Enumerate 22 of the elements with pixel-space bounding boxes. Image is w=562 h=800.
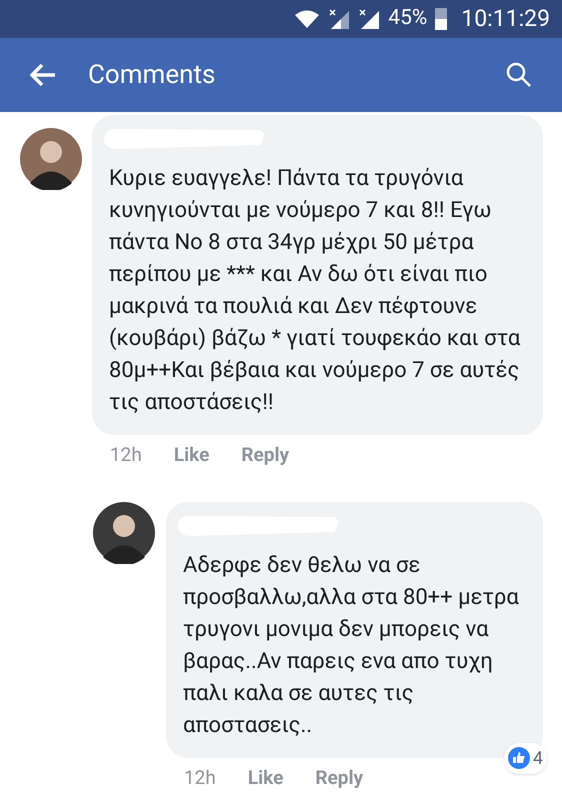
reaction-count: 4 xyxy=(532,746,543,770)
page-title: Comments xyxy=(88,58,216,92)
wifi-icon xyxy=(294,9,320,29)
thumbs-up-icon xyxy=(508,747,530,769)
like-link[interactable]: Like xyxy=(174,441,210,470)
signal-icon xyxy=(328,8,350,30)
comment-time: 12h xyxy=(184,764,216,790)
signal-icon xyxy=(358,8,380,30)
comment-text: Αδερφε δεν θελω να σε προσβαλλω,αλλα στα 80++ μετρα τρυγονι μονιμα δεν μπορεις να βαρας..Αν παρεις ενα απο τυχη παλι καλα σε αυτες τις αποστασεις.. xyxy=(183,552,520,740)
search-icon[interactable] xyxy=(506,62,532,88)
comment-time: 12h xyxy=(110,442,142,468)
reply-link[interactable]: Reply xyxy=(315,764,364,792)
avatar[interactable] xyxy=(93,502,155,564)
battery-icon xyxy=(435,8,448,30)
back-icon[interactable] xyxy=(30,64,56,86)
comment-text: Κυριε ευαγγελε! Πάντα τα τρυγόνια κυνηγιούνται με νούμερο 7 και 8!! Εγω πάντα Νο 8 στα 34γρ μέχρι 50 μέτρα περίπου με *** και Αν δω ότι είναι πιο μακρινά τα πουλιά και Δεν πέφτουνε (κουβάρι) βάζω * γιατί τουφεκάο και στα 80μ++Και βέβαια και νούμερο 7 σε αυτές τις αποστάσεις!! xyxy=(109,165,522,417)
clock: 10:11:29 xyxy=(461,4,550,34)
reaction-badge[interactable]: 4 xyxy=(504,742,547,774)
like-link[interactable]: Like xyxy=(248,764,284,792)
avatar[interactable] xyxy=(20,128,82,190)
battery-percent: 45% xyxy=(388,5,428,32)
reply-link[interactable]: Reply xyxy=(241,441,290,470)
